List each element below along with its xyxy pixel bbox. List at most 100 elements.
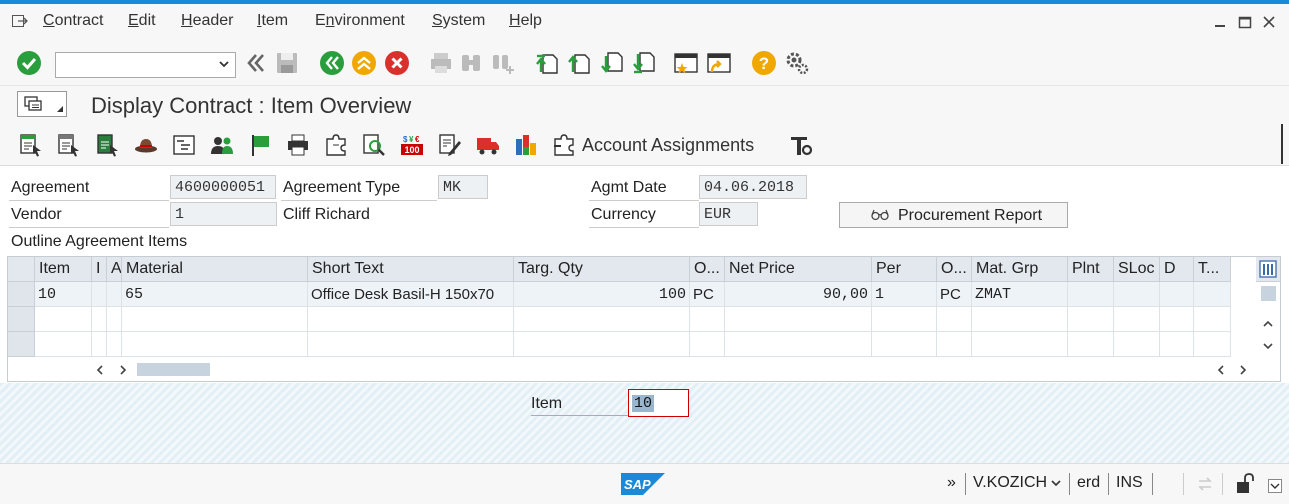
column-header[interactable]: Mat. Grp [972,257,1068,282]
column-header[interactable]: Per [872,257,937,282]
header-conditions-icon[interactable] [96,133,120,157]
table-cell[interactable]: PC [937,282,972,307]
table-cell-empty[interactable] [1194,332,1231,357]
column-header[interactable]: T... [1194,257,1231,282]
column-header[interactable]: D [1160,257,1194,282]
statistics-icon[interactable] [514,133,538,157]
table-cell-empty[interactable] [690,332,725,357]
table-cell[interactable] [107,282,122,307]
menu-edit[interactable]: Edit [128,12,156,30]
table-cell[interactable]: 90,00 [725,282,872,307]
horizontal-scroll-thumb[interactable] [137,363,210,376]
column-header[interactable]: Plnt [1068,257,1114,282]
column-header[interactable]: Material [122,257,308,282]
item-input[interactable]: 10 [628,389,689,417]
table-cell[interactable] [1114,282,1160,307]
table-cell-empty[interactable] [107,332,122,357]
table-cell[interactable] [1194,282,1231,307]
table-cell-empty[interactable] [972,332,1068,357]
document-search-icon[interactable] [362,133,386,157]
agreement-field[interactable]: 4600000051 [170,175,276,199]
header-details-icon[interactable] [19,133,43,157]
shortcut-icon[interactable] [706,50,732,76]
table-cell-empty[interactable] [937,332,972,357]
edit-document-icon[interactable] [438,133,462,157]
menu-item[interactable]: Item [257,12,288,30]
price-100-icon[interactable]: $ ¥ €100 [400,133,424,157]
table-cell-empty[interactable] [1114,332,1160,357]
row-selector[interactable] [8,307,35,332]
column-header[interactable]: SLoc [1114,257,1160,282]
table-cell-empty[interactable] [107,307,122,332]
table-cell-empty[interactable] [1114,307,1160,332]
scroll-down-icon[interactable] [1263,342,1273,350]
table-cell[interactable] [92,282,107,307]
table-cell-empty[interactable] [1160,332,1194,357]
column-header[interactable]: I [92,257,107,282]
first-page-icon[interactable] [535,50,561,76]
table-cell-empty[interactable] [1068,307,1114,332]
flag-icon[interactable] [249,133,273,157]
save-icon[interactable] [274,50,300,76]
agreement-type-field[interactable]: MK [438,175,488,199]
screen-menu-button[interactable] [17,91,67,117]
table-cell-empty[interactable] [725,332,872,357]
structure-icon[interactable] [172,133,196,157]
table-cell-empty[interactable] [35,332,92,357]
partners-icon[interactable] [210,133,234,157]
close-window-icon[interactable] [1261,14,1277,30]
table-cell-empty[interactable] [92,307,107,332]
vertical-scrollbar[interactable] [1256,257,1280,358]
column-header[interactable]: Item [35,257,92,282]
command-field[interactable] [55,52,236,78]
printer-icon[interactable] [286,133,310,157]
column-header[interactable]: Net Price [725,257,872,282]
settings-gear-icon[interactable] [784,50,810,76]
table-settings-icon[interactable] [1259,260,1277,278]
scroll-right-icon[interactable] [119,365,127,375]
table-cell-empty[interactable] [1194,307,1231,332]
table-cell[interactable]: 1 [872,282,937,307]
account-assignment-icon[interactable] [552,133,576,157]
table-cell[interactable]: ZMAT [972,282,1068,307]
table-cell[interactable]: 10 [35,282,92,307]
table-select-all[interactable] [8,257,35,282]
exit-icon[interactable] [351,50,377,76]
tools-icon[interactable] [789,133,813,157]
back-icon[interactable] [319,50,345,76]
next-page-icon[interactable] [600,50,626,76]
procurement-report-button[interactable]: Procurement Report [839,202,1068,228]
agmt-date-field[interactable]: 04.06.2018 [699,175,807,199]
table-cell-empty[interactable] [872,307,937,332]
table-cell-empty[interactable] [1068,332,1114,357]
maximize-icon[interactable] [1237,14,1253,30]
column-header[interactable]: A [107,257,122,282]
delivery-truck-icon[interactable] [476,133,500,157]
vendor-field[interactable]: 1 [170,202,277,226]
scroll-up-icon[interactable] [1263,320,1273,328]
chevron-down-icon[interactable] [219,57,229,71]
column-header[interactable]: O... [690,257,725,282]
column-header[interactable]: O... [937,257,972,282]
table-cell-empty[interactable] [1160,307,1194,332]
hat-icon[interactable] [134,133,158,157]
table-cell-empty[interactable] [690,307,725,332]
table-cell-empty[interactable] [972,307,1068,332]
table-cell[interactable] [1160,282,1194,307]
table-cell[interactable]: 65 [122,282,308,307]
find-next-icon[interactable] [490,50,516,76]
print-icon[interactable] [428,50,454,76]
vertical-scroll-thumb[interactable] [1261,286,1276,301]
status-dropdown-icon[interactable] [1268,479,1282,493]
help-icon[interactable]: ? [751,50,777,76]
row-selector[interactable] [8,282,35,307]
enter-check-icon[interactable] [16,50,42,76]
horizontal-scrollbar[interactable] [8,358,1280,381]
create-session-icon[interactable] [673,50,699,76]
minimize-icon[interactable] [1212,14,1228,30]
scroll-left-icon[interactable] [96,365,104,375]
row-selector[interactable] [8,332,35,357]
table-cell-empty[interactable] [514,307,690,332]
menu-environment[interactable]: Environment [315,12,405,30]
cancel-icon[interactable] [384,50,410,76]
